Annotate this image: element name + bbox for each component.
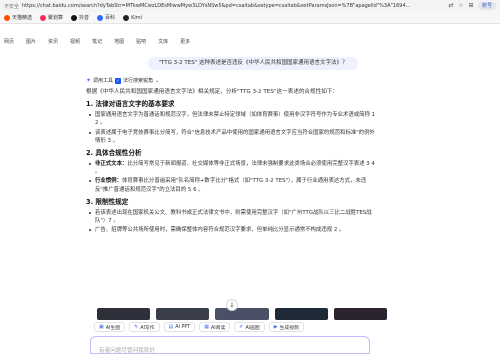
chat-input-box[interactable] bbox=[90, 336, 370, 354]
bullet-text: 该表述属于电子竞技赛事比分简写，符合"信息技术产品中使用的国家通用语言文字应当符… bbox=[95, 129, 375, 144]
url-text[interactable]: https://chat.baidu.com/search?dyTabStr=M… bbox=[22, 3, 444, 9]
answer-panel: ✦ 调用工具 ✓ 法行搜索锐角 ⌄ 根据《中华人民共和国国家通用语言文字法》相关… bbox=[86, 76, 378, 235]
answer-intro: 根据《中华人民共和国国家通用语言文字法》相关规定，分析"TTG 3-2 TES"… bbox=[86, 89, 338, 95]
bullet-list: 非正式文本：比分简写常见于新闻报道、社交媒体等非正式场景，法律未强制要求此类场合… bbox=[86, 160, 378, 194]
thumbnail-image[interactable] bbox=[215, 308, 269, 320]
bookmark-item[interactable]: 聚划算 bbox=[40, 14, 63, 21]
thumbnail-strip bbox=[97, 308, 388, 320]
draw-icon: ✐ bbox=[239, 324, 244, 330]
address-bar[interactable]: 不安全 https://chat.baidu.com/search?dyTabS… bbox=[0, 0, 500, 12]
scroll-down-button[interactable]: ↓ bbox=[226, 299, 238, 311]
bullet-text: 若该表述出现在国家机关公文、教科书或正式法律文书中，则需使用完整汉字（如"广州T… bbox=[95, 209, 372, 225]
nav-item-wenku[interactable]: 文库 bbox=[158, 36, 168, 48]
nav-item-web[interactable]: 网页 bbox=[4, 36, 14, 48]
nav-item-images[interactable]: 图片 bbox=[26, 36, 36, 48]
bookmarks-bar: 天猫精选 聚划算 抖音 百科 Kimi bbox=[0, 12, 500, 24]
bullet-bold: 行业惯例： bbox=[95, 178, 122, 185]
bookmark-label: Kimi bbox=[131, 14, 142, 21]
bookmark-icon bbox=[40, 14, 47, 21]
thumbnail-image[interactable] bbox=[156, 308, 210, 320]
section-heading: 3. 限制性规定 bbox=[86, 197, 129, 206]
chip-label: 生成视频 bbox=[279, 325, 299, 331]
ppt-icon: ▤ bbox=[168, 324, 174, 330]
chip-ai-ppt[interactable]: ▤ AI PPT bbox=[163, 322, 196, 332]
list-item: 若该表述出现在国家机关公文、教科书或正式法律文书中，则需使用完整汉字（如"广州T… bbox=[86, 209, 378, 225]
nav-item-notes[interactable]: 笔记 bbox=[92, 36, 102, 48]
arrow-down-icon: ↓ bbox=[229, 301, 235, 309]
chevron-down-icon: ⌄ bbox=[155, 77, 160, 84]
read-icon: ▦ bbox=[204, 324, 209, 330]
list-item: 广告、招牌等公共场所使用时，需确保整体内容符合规范汉字要求，但单纯比分显示通常不… bbox=[86, 226, 378, 234]
bookmark-label: 抖音 bbox=[79, 15, 90, 21]
nav-item-video[interactable]: 视频 bbox=[70, 36, 80, 48]
bookmark-icon bbox=[97, 14, 104, 21]
profile-button[interactable]: 账号 bbox=[477, 2, 496, 10]
insecure-label: 不安全 bbox=[4, 3, 20, 10]
chip-label: AI生图 bbox=[105, 325, 121, 331]
section-heading: 1. 法律对语言文字的基本要求 bbox=[86, 100, 175, 109]
extension-icon[interactable]: ⊞ bbox=[468, 3, 474, 9]
chip-ai-reading[interactable]: ▦ AI阅读 bbox=[199, 322, 231, 332]
list-item: 非正式文本：比分简写常见于新闻报道、社交媒体等非正式场景，法律未强制要求此类场合… bbox=[86, 160, 378, 176]
tool-chips: ▣ AI生图 ✎ AI写作 ▤ AI PPT ▦ AI阅读 ✐ AI画图 ▶ 生成视频 bbox=[94, 322, 384, 334]
chip-ai-writing[interactable]: ✎ AI写作 bbox=[129, 322, 160, 332]
bullet-list: 国家通用语言文字为普通话和规范汉字，但法律未禁止特定领域（如体育赛事）使用非汉字… bbox=[86, 111, 378, 145]
bullet-text: 体育赛事比分普遍采用"队名简称+数字比分"格式（如"TTG 3-2 TES"），… bbox=[95, 178, 367, 193]
thumbnail-image[interactable] bbox=[333, 308, 388, 320]
video-icon: ▶ bbox=[273, 324, 278, 330]
bullet-text: 比分简写常见于新闻报道、社交媒体等非正式场景，法律未强制要求此类场合必须使用完整… bbox=[95, 161, 375, 176]
nav-item-tieba[interactable]: 贴吧 bbox=[136, 36, 146, 48]
chip-label: AI画图 bbox=[245, 325, 260, 331]
thumbnail-image[interactable] bbox=[274, 308, 328, 320]
list-item: 行业惯例：体育赛事比分普遍采用"队名简称+数字比分"格式（如"TTG 3-2 T… bbox=[86, 177, 378, 193]
bookmark-icon bbox=[4, 14, 10, 21]
chip-label: AI写作 bbox=[140, 325, 155, 331]
bookmark-item[interactable]: 抖音 bbox=[71, 14, 89, 21]
nav-item-news[interactable]: 资讯 bbox=[48, 36, 58, 48]
section-heading: 2. 具体合规性分析 bbox=[86, 149, 142, 158]
bookmark-label: 聚划算 bbox=[48, 15, 64, 21]
tool-label: 调用工具 bbox=[93, 78, 114, 84]
bookmark-item[interactable]: 天猫精选 bbox=[4, 14, 32, 21]
bookmark-label: 天猫精选 bbox=[12, 15, 33, 21]
bookmark-icon bbox=[71, 14, 78, 21]
image-icon: ▣ bbox=[99, 324, 104, 330]
chip-label: AI阅读 bbox=[210, 325, 226, 331]
nav-item-map[interactable]: 地图 bbox=[114, 36, 124, 48]
sparkle-icon: ✦ bbox=[86, 77, 92, 84]
chip-label: AI PPT bbox=[175, 324, 191, 330]
bullet-text: 国家通用语言文字为普通话和规范汉字，但法律未禁止特定领域（如体育赛事）使用非汉字… bbox=[95, 112, 376, 127]
chip-video[interactable]: ▶ 生成视频 bbox=[268, 322, 304, 332]
tool-name: 法行搜索锐角 bbox=[123, 78, 154, 84]
bullet-bold: 非正式文本： bbox=[95, 161, 128, 168]
site-nav: 网页 图片 资讯 视频 笔记 地图 贴吧 文库 更多 bbox=[0, 36, 500, 48]
bookmark-label: 百科 bbox=[105, 15, 116, 21]
tool-call-row[interactable]: ✦ 调用工具 ✓ 法行搜索锐角 ⌄ bbox=[86, 76, 378, 85]
list-item: 国家通用语言文字为普通话和规范汉字，但法律未禁止特定领域（如体育赛事）使用非汉字… bbox=[86, 111, 378, 127]
checkbox-icon: ✓ bbox=[115, 77, 122, 84]
bookmark-item[interactable]: Kimi bbox=[123, 14, 142, 21]
bullet-list: 若该表述出现在国家机关公文、教科书或正式法律文书中，则需使用完整汉字（如"广州T… bbox=[86, 209, 378, 235]
bullet-text: 广告、招牌等公共场所使用时，需确保整体内容符合规范汉字要求，但单纯比分显示通常不… bbox=[95, 227, 345, 234]
nav-item-more[interactable]: 更多 bbox=[180, 36, 190, 48]
user-query-bubble: "TTG 3-2 TES" 这种表述是否违反《中华人民共和国国家通用语言文字法》… bbox=[148, 57, 358, 70]
star-icon[interactable]: ☆ bbox=[458, 3, 464, 9]
bookmark-icon bbox=[123, 14, 130, 21]
chat-input[interactable] bbox=[91, 343, 369, 354]
thumbnail-image[interactable] bbox=[97, 308, 151, 320]
pen-icon: ✎ bbox=[134, 324, 139, 330]
bookmark-item[interactable]: 百科 bbox=[97, 14, 115, 21]
list-item: 该表述属于电子竞技赛事比分简写，符合"信息技术产品中使用的国家通用语言文字应当符… bbox=[86, 129, 378, 145]
chip-ai-image[interactable]: ▣ AI生图 bbox=[94, 322, 126, 332]
chip-ai-drawing[interactable]: ✐ AI画图 bbox=[234, 322, 265, 332]
translate-icon[interactable]: ⇄ bbox=[448, 3, 454, 9]
